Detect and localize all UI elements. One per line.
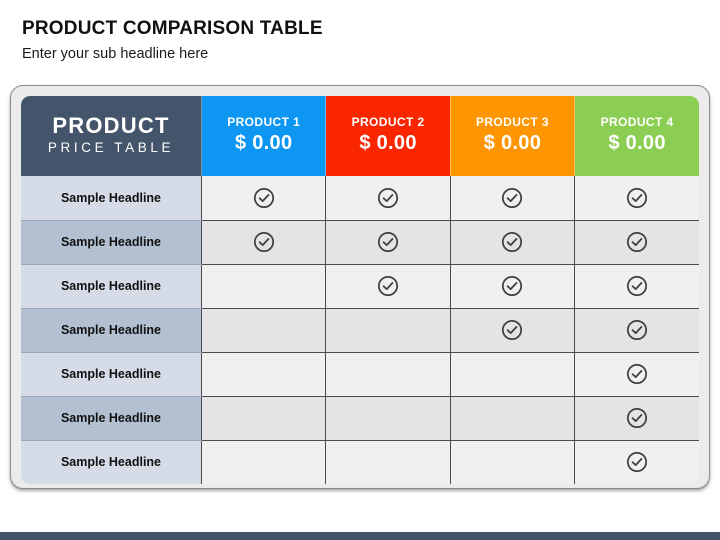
feature-cell-r7-c3[interactable] (449, 440, 575, 484)
feature-cell-r3-c4[interactable] (574, 264, 699, 309)
brand-title: PRODUCT (52, 112, 170, 138)
product-name-3: PRODUCT 3 (475, 115, 549, 130)
product-name-1: PRODUCT 1 (227, 115, 301, 130)
feature-cell-r6-c2[interactable] (325, 396, 451, 441)
product-header-4[interactable]: PRODUCT 4 $ 0.00 (574, 96, 699, 176)
check-circle-icon (626, 231, 648, 253)
feature-cell-r5-c3[interactable] (449, 352, 575, 397)
product-price-3: $ 0.00 (483, 131, 542, 154)
feature-cell-r2-c2[interactable] (325, 220, 451, 265)
check-circle-icon (377, 231, 399, 253)
check-circle-icon (501, 187, 523, 209)
product-header-3[interactable]: PRODUCT 3 $ 0.00 (449, 96, 575, 176)
product-header-1[interactable]: PRODUCT 1 $ 0.00 (200, 96, 326, 176)
check-circle-icon (501, 231, 523, 253)
feature-cell-r3-c3[interactable] (449, 264, 575, 309)
page-subtitle: Enter your sub headline here (22, 45, 209, 62)
check-circle-icon (253, 231, 275, 253)
feature-label-1: Sample Headline (21, 176, 202, 221)
feature-cell-r1-c3[interactable] (449, 176, 575, 221)
feature-cell-r2-c1[interactable] (200, 220, 326, 265)
feature-cell-r1-c1[interactable] (200, 176, 326, 221)
check-circle-icon (626, 363, 648, 385)
table-row: Sample Headline (21, 396, 699, 441)
product-name-2: PRODUCT 2 (351, 115, 425, 130)
page-title: PRODUCT COMPARISON TABLE (22, 18, 323, 39)
feature-label-4: Sample Headline (21, 308, 202, 353)
feature-cell-r5-c4[interactable] (574, 352, 699, 397)
feature-label-7: Sample Headline (21, 440, 202, 484)
comparison-table-card: PRODUCT PRICE TABLE PRODUCT 1 $ 0.00 PRODUCT… (10, 85, 710, 489)
feature-cell-r6-c4[interactable] (574, 396, 699, 441)
check-circle-icon (626, 319, 648, 341)
check-circle-icon (377, 187, 399, 209)
check-circle-icon (626, 451, 648, 473)
table-row: Sample Headline (21, 352, 699, 397)
check-circle-icon (501, 319, 523, 341)
slide-bottom-bar (0, 532, 720, 540)
product-price-1: $ 0.00 (234, 131, 293, 154)
check-circle-icon (626, 187, 648, 209)
feature-label-6: Sample Headline (21, 396, 202, 441)
feature-cell-r4-c2[interactable] (325, 308, 451, 353)
brand-subtitle: PRICE TABLE (47, 139, 175, 155)
table-row: Sample Headline (21, 176, 699, 221)
product-comparison-table: PRODUCT PRICE TABLE PRODUCT 1 $ 0.00 PRODUCT… (21, 96, 699, 484)
feature-cell-r7-c4[interactable] (574, 440, 699, 484)
feature-cell-r5-c1[interactable] (200, 352, 326, 397)
product-header-2[interactable]: PRODUCT 2 $ 0.00 (325, 96, 451, 176)
table-row: Sample Headline (21, 440, 699, 484)
feature-cell-r3-c2[interactable] (325, 264, 451, 309)
feature-label-5: Sample Headline (21, 352, 202, 397)
product-price-4: $ 0.00 (608, 131, 666, 154)
check-circle-icon (253, 187, 275, 209)
table-header-row: PRODUCT PRICE TABLE PRODUCT 1 $ 0.00 PRODUCT… (21, 96, 699, 176)
feature-cell-r4-c1[interactable] (200, 308, 326, 353)
feature-cell-r3-c1[interactable] (200, 264, 326, 309)
table-row: Sample Headline (21, 264, 699, 309)
product-name-4: PRODUCT 4 (600, 115, 674, 130)
feature-cell-r7-c2[interactable] (325, 440, 451, 484)
check-circle-icon (377, 275, 399, 297)
check-circle-icon (501, 275, 523, 297)
table-row: Sample Headline (21, 308, 699, 353)
feature-label-2: Sample Headline (21, 220, 202, 265)
feature-cell-r7-c1[interactable] (200, 440, 326, 484)
product-price-2: $ 0.00 (359, 131, 417, 154)
brand-header-cell: PRODUCT PRICE TABLE (21, 96, 202, 176)
feature-cell-r5-c2[interactable] (325, 352, 451, 397)
check-circle-icon (626, 275, 648, 297)
feature-cell-r2-c4[interactable] (574, 220, 699, 265)
feature-cell-r4-c4[interactable] (574, 308, 699, 353)
feature-label-3: Sample Headline (21, 264, 202, 309)
table-row: Sample Headline (21, 220, 699, 265)
feature-cell-r1-c4[interactable] (574, 176, 699, 221)
slide-header: PRODUCT COMPARISON TABLE Enter your sub … (0, 0, 720, 63)
feature-cell-r6-c1[interactable] (200, 396, 326, 441)
feature-cell-r1-c2[interactable] (325, 176, 451, 221)
feature-cell-r2-c3[interactable] (449, 220, 575, 265)
feature-cell-r6-c3[interactable] (449, 396, 575, 441)
check-circle-icon (626, 407, 648, 429)
feature-cell-r4-c3[interactable] (449, 308, 575, 353)
